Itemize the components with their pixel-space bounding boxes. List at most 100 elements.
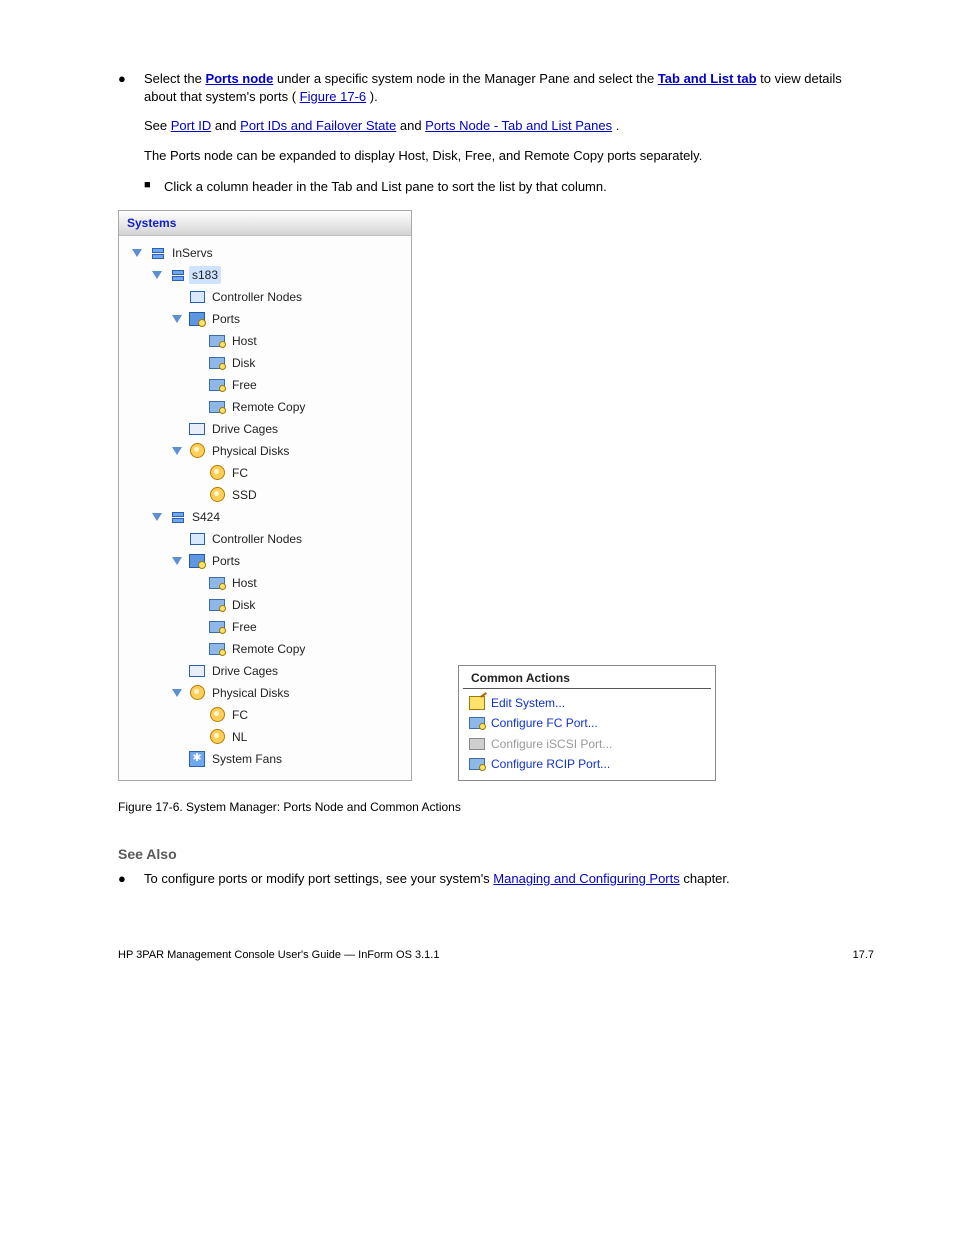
controller-icon <box>189 531 205 547</box>
tree-label: Host <box>229 574 260 592</box>
see-also-bullet: ● To configure ports or modify port sett… <box>118 870 874 888</box>
common-actions-panel: Common Actions Edit System... Configure … <box>458 665 716 781</box>
tree-label: Controller Nodes <box>209 288 305 306</box>
action-configure-fc-port[interactable]: Configure FC Port... <box>459 713 715 733</box>
tree-item-controller-nodes[interactable]: Controller Nodes <box>123 286 407 308</box>
tree-item-nl[interactable]: NL <box>123 726 407 748</box>
text: Select the <box>144 71 205 86</box>
tree-item-free[interactable]: Free <box>123 374 407 396</box>
bullet-dot: ● <box>118 870 144 888</box>
link-port-id[interactable]: Port ID <box>171 118 211 133</box>
text: ). <box>370 89 378 104</box>
figure-panels: Systems InServs s183 Controller Nodes <box>118 196 874 781</box>
action-configure-iscsi-port: Configure iSCSI Port... <box>459 734 715 754</box>
tree-item-inservs[interactable]: InServs <box>123 242 407 264</box>
bullet-square: ■ <box>144 178 164 196</box>
tree-item-controller-nodes[interactable]: Controller Nodes <box>123 528 407 550</box>
tree-label: Drive Cages <box>209 420 281 438</box>
link-port-ids-failover[interactable]: Port IDs and Failover State <box>240 118 396 133</box>
expand-icon[interactable] <box>149 267 165 283</box>
tree-item-fc[interactable]: FC <box>123 704 407 726</box>
page: ● Select the Ports node under a specific… <box>0 0 954 1002</box>
stack-icon <box>169 509 185 525</box>
tree-label: Host <box>229 332 260 350</box>
tree-item-host[interactable]: Host <box>123 330 407 352</box>
systems-tree-body: InServs s183 Controller Nodes Ports <box>119 236 411 780</box>
tree-item-remote-copy[interactable]: Remote Copy <box>123 638 407 660</box>
disk-icon <box>189 443 205 459</box>
tree-label: NL <box>229 728 250 746</box>
disk-icon <box>209 729 225 745</box>
port-icon <box>189 553 205 569</box>
link-ports-node[interactable]: Ports node <box>205 71 273 86</box>
expand-icon[interactable] <box>149 509 165 525</box>
text: To configure ports or modify port settin… <box>144 871 493 886</box>
tree-item-remote-copy[interactable]: Remote Copy <box>123 396 407 418</box>
port-disabled-icon <box>469 737 485 751</box>
expand-icon[interactable] <box>169 685 185 701</box>
figure-caption: Figure 17-6. System Manager: Ports Node … <box>118 799 874 815</box>
tree-label: Disk <box>229 354 258 372</box>
action-label-disabled: Configure iSCSI Port... <box>491 736 612 752</box>
tree-label: Physical Disks <box>209 442 292 460</box>
action-edit-system[interactable]: Edit System... <box>459 693 715 713</box>
tree-item-ports[interactable]: Ports <box>123 550 407 572</box>
tree-item-physical-disks[interactable]: Physical Disks <box>123 440 407 462</box>
port-icon <box>189 311 205 327</box>
see-also-text: To configure ports or modify port settin… <box>144 870 874 888</box>
port-icon <box>469 757 485 771</box>
port-icon <box>469 716 485 730</box>
tree-item-drive-cages[interactable]: Drive Cages <box>123 418 407 440</box>
tree-item-fc[interactable]: FC <box>123 462 407 484</box>
bullet-dot: ● <box>118 70 144 196</box>
bullet-text: Select the Ports node under a specific s… <box>144 70 874 196</box>
tree-item-free[interactable]: Free <box>123 616 407 638</box>
expand-icon[interactable] <box>129 245 145 261</box>
port-child-icon <box>209 619 225 635</box>
tree-item-ssd[interactable]: SSD <box>123 484 407 506</box>
port-child-icon <box>209 377 225 393</box>
tree-item-ports[interactable]: Ports <box>123 308 407 330</box>
tree-item-disk[interactable]: Disk <box>123 594 407 616</box>
tree-label: FC <box>229 706 251 724</box>
expand-icon[interactable] <box>169 553 185 569</box>
link-tab-and-list[interactable]: Tab and List tab <box>658 71 757 86</box>
tree-item-disk[interactable]: Disk <box>123 352 407 374</box>
tree-item-s183[interactable]: s183 <box>123 264 407 286</box>
tree-label: Ports <box>209 552 243 570</box>
tree-item-s424[interactable]: S424 <box>123 506 407 528</box>
tree-label: InServs <box>169 244 216 262</box>
tree-item-drive-cages[interactable]: Drive Cages <box>123 660 407 682</box>
stack-icon <box>169 267 185 283</box>
port-child-icon <box>209 399 225 415</box>
tree-label: Remote Copy <box>229 640 308 658</box>
link-figure-17-6[interactable]: Figure 17-6 <box>300 89 366 104</box>
expand-icon[interactable] <box>169 443 185 459</box>
text: See <box>144 118 171 133</box>
link-managing-configuring-ports[interactable]: Managing and Configuring Ports <box>493 871 679 886</box>
tree-label: SSD <box>229 486 260 504</box>
footer-left: HP 3PAR Management Console User's Guide … <box>118 948 439 963</box>
controller-icon <box>189 289 205 305</box>
link-ports-node-tab-list-panes[interactable]: Ports Node - Tab and List Panes <box>425 118 612 133</box>
action-label: Configure RCIP Port... <box>491 756 610 772</box>
bullet-item-ports-node: ● Select the Ports node under a specific… <box>118 70 874 196</box>
tree-label-selected: s183 <box>189 266 221 284</box>
tree-item-host[interactable]: Host <box>123 572 407 594</box>
expand-icon[interactable] <box>169 311 185 327</box>
port-child-icon <box>209 355 225 371</box>
tree-label: FC <box>229 464 251 482</box>
action-configure-rcip-port[interactable]: Configure RCIP Port... <box>459 754 715 774</box>
systems-tree-header: Systems <box>119 211 411 236</box>
common-actions-title: Common Actions <box>463 666 711 689</box>
tree-item-physical-disks[interactable]: Physical Disks <box>123 682 407 704</box>
disk-icon <box>209 465 225 481</box>
stack-icon <box>149 245 165 261</box>
tree-label: System Fans <box>209 750 285 768</box>
tree-item-system-fans[interactable]: ✱ System Fans <box>123 748 407 770</box>
cage-icon <box>189 421 205 437</box>
cage-icon <box>189 663 205 679</box>
action-label: Edit System... <box>491 695 565 711</box>
edit-icon <box>469 696 485 710</box>
tree-label: Free <box>229 376 260 394</box>
